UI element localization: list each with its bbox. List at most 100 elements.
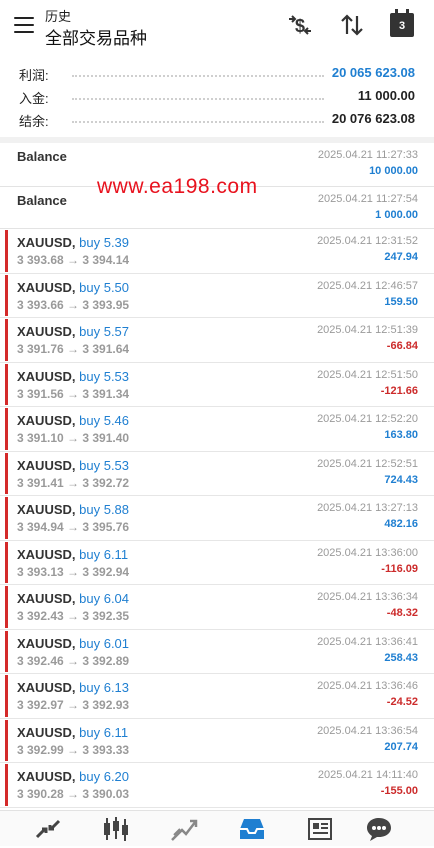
trade-profit: 247.94 (384, 251, 418, 263)
trade-direction: buy 6.20 (79, 769, 130, 784)
trade-profit: 163.80 (384, 429, 418, 441)
trade-symbol: XAUUSD, (17, 769, 76, 784)
trade-direction: buy 6.11 (79, 724, 129, 740)
trade-prices: 3 391.10 → 3 391.40 (17, 431, 130, 445)
trade-symbol: XAUUSD, (17, 279, 76, 295)
trade-header: XAUUSD, buy 5.53 (17, 458, 129, 473)
trade-header: XAUUSD, buy 5.46 (17, 413, 129, 428)
trade-direction: buy 6.13 (79, 680, 130, 695)
trade-symbol: XAUUSD, (17, 502, 76, 517)
trade-direction-bar (5, 274, 8, 316)
trade-time: 2025.04.21 12:51:39 (317, 324, 418, 336)
trade-symbol: XAUUSD, (17, 413, 76, 428)
svg-text:$: $ (295, 16, 305, 36)
trade-symbol: XAUUSD, (17, 324, 76, 339)
trade-direction: buy 5.88 (79, 502, 130, 517)
trade-row[interactable]: XAUUSD, buy 5.50 3 393.66 → 3 393.95 2025.… (0, 274, 434, 318)
trade-time: 2025.04.21 13:27:13 (317, 502, 418, 514)
trade-row[interactable]: XAUUSD, buy 6.11 3 392.99 → 3 393.33 2025.… (0, 719, 434, 763)
trade-direction: buy 6.01 (79, 635, 130, 651)
trade-direction-bar (5, 363, 8, 405)
operation-name: Balance (17, 193, 67, 208)
trade-prices: 3 393.13 → 3 392.94 (17, 564, 130, 579)
quotes-icon[interactable] (33, 815, 63, 843)
trade-profit: -48.32 (386, 607, 418, 619)
trade-time: 2025.04.21 13:36:00 (317, 546, 418, 559)
trade-row[interactable]: XAUUSD, buy 5.39 3 393.68 → 3 394.14 2025.… (0, 229, 434, 274)
trade-row[interactable]: XAUUSD, buy 6.11 3 393.13 → 3 392.94 2025.… (0, 541, 434, 585)
dotted-leader (72, 121, 324, 123)
trade-direction: buy 5.53 (79, 457, 130, 473)
trade-header: XAUUSD, buy 6.01 (17, 636, 129, 651)
trade-direction: buy 5.53 (79, 368, 130, 384)
trade-prices: 3 391.41 → 3 392.72 (17, 475, 130, 490)
trade-symbol: XAUUSD, (17, 235, 76, 250)
trade-row[interactable]: XAUUSD, buy 6.01 3 392.46 → 3 392.89 2025.… (0, 630, 434, 674)
trade-direction-bar (5, 764, 8, 806)
trade-symbol: XAUUSD, (17, 368, 76, 384)
trade-header: XAUUSD, buy 5.53 (17, 369, 129, 384)
trade-row[interactable]: XAUUSD, buy 5.88 3 394.94 → 3 395.76 2025.… (0, 496, 434, 541)
header-title[interactable]: 全部交易品种 (45, 24, 147, 49)
header-subtitle: 历史 (45, 9, 72, 24)
trade-time: 2025.04.21 12:51:50 (317, 368, 418, 381)
chat-icon[interactable] (364, 815, 394, 843)
trade-row[interactable]: XAUUSD, buy 5.57 3 391.76 → 3 391.64 2025.… (0, 318, 434, 363)
sort-icon[interactable] (338, 11, 366, 39)
trade-time: 2025.04.21 13:36:34 (317, 591, 418, 603)
trade-row[interactable]: XAUUSD, buy 6.04 3 392.43 → 3 392.35 2025.… (0, 585, 434, 630)
trade-profit: -24.52 (386, 696, 418, 708)
trade-time: 2025.04.21 13:36:41 (317, 635, 418, 648)
trade-symbol: XAUUSD, (17, 591, 76, 606)
trade-symbol: XAUUSD, (17, 457, 76, 473)
trade-header: XAUUSD, buy 5.88 (17, 502, 129, 517)
trade-profit: 258.43 (384, 651, 418, 664)
trade-direction: buy 5.50 (79, 279, 130, 295)
trades-list: XAUUSD, buy 5.39 3 393.68 → 3 394.14 2025.… (0, 229, 434, 808)
trade-direction-bar (5, 719, 8, 761)
currency-exchange-icon[interactable]: $ (286, 11, 314, 39)
app-header: 历史 全部交易品种 $ 3 (0, 0, 434, 50)
profit-label: 利润: (19, 68, 49, 83)
trade-direction-bar (5, 452, 8, 494)
trade-direction: buy 5.46 (79, 413, 130, 428)
watermark-text: www.ea198.com (97, 175, 258, 198)
trade-row[interactable]: XAUUSD, buy 6.20 3 390.28 → 3 390.03 2025.… (0, 763, 434, 808)
trade-prices: 3 392.43 → 3 392.35 (17, 609, 130, 623)
chart-icon[interactable] (101, 815, 131, 843)
summary-panel: 利润: 20 065 623.08 入金: 11 000.00 结余: 20 0… (0, 58, 434, 138)
trade-row[interactable]: XAUUSD, buy 6.13 3 392.97 → 3 392.93 2025.… (0, 674, 434, 719)
trade-row[interactable]: XAUUSD, buy 5.46 3 391.10 → 3 391.40 2025.… (0, 407, 434, 452)
bottom-nav (0, 810, 434, 846)
trade-icon[interactable] (169, 815, 199, 843)
trade-profit: 207.74 (384, 740, 418, 753)
trade-prices: 3 391.76 → 3 391.64 (17, 342, 130, 356)
trade-prices: 3 392.97 → 3 392.93 (17, 698, 130, 712)
operation-amount: 10 000.00 (369, 165, 418, 177)
trade-time: 2025.04.21 12:46:57 (317, 279, 418, 292)
trade-profit: 482.16 (384, 518, 418, 530)
dotted-leader (72, 75, 324, 77)
balance-label: 结余: (19, 114, 49, 129)
trade-prices: 3 393.68 → 3 394.14 (17, 253, 130, 267)
trade-row[interactable]: XAUUSD, buy 5.53 3 391.41 → 3 392.72 2025.… (0, 452, 434, 496)
calendar-icon[interactable]: 3 (390, 9, 414, 37)
trade-direction-bar (5, 541, 8, 583)
history-icon[interactable] (237, 815, 267, 843)
menu-icon[interactable] (14, 17, 34, 33)
trade-prices: 3 392.46 → 3 392.89 (17, 653, 130, 668)
trade-prices: 3 391.56 → 3 391.34 (17, 386, 130, 401)
news-icon[interactable] (305, 815, 335, 843)
trade-time: 2025.04.21 12:31:52 (317, 235, 418, 247)
trade-direction-bar (5, 675, 8, 717)
trade-symbol: XAUUSD, (17, 680, 76, 695)
trade-time: 2025.04.21 14:11:40 (317, 769, 418, 781)
deposit-label: 入金: (19, 91, 49, 106)
trade-prices: 3 393.66 → 3 393.95 (17, 297, 130, 312)
operation-amount: 1 000.00 (375, 209, 418, 221)
trade-row[interactable]: XAUUSD, buy 5.53 3 391.56 → 3 391.34 2025.… (0, 363, 434, 407)
trade-direction-bar (5, 630, 8, 672)
trade-direction-bar (5, 319, 8, 361)
trade-direction: buy 5.57 (79, 324, 130, 339)
trade-symbol: XAUUSD, (17, 724, 76, 740)
